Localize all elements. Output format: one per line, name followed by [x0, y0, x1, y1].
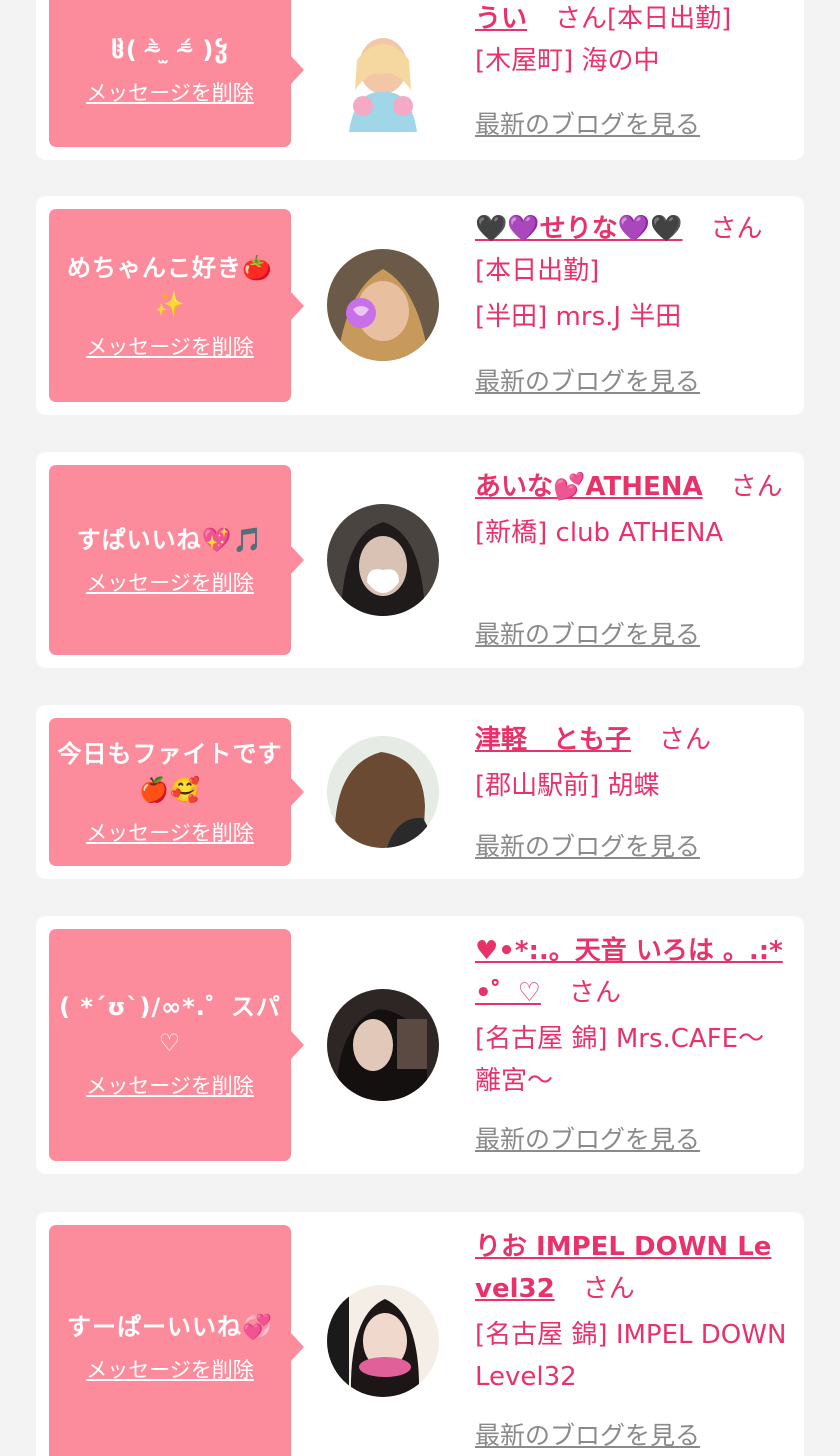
cast-avatar[interactable] [327, 736, 439, 848]
cast-name-link[interactable]: 🖤💜せりな💜🖤 [475, 214, 683, 244]
latest-blog-link[interactable]: 最新のブログを見る [475, 1122, 700, 1158]
cast-avatar[interactable] [327, 1285, 439, 1397]
cast-avatar[interactable] [327, 249, 439, 361]
cast-card: めちゃんこ好き🍅✨ メッセージを削除 🖤💜せりな💜🖤 さん[本日出勤] [半田] … [36, 196, 804, 415]
message-text: ( *´ʊ`)/∞*.゜スパ♡ [59, 993, 281, 1057]
cast-suffix: さん [659, 725, 712, 755]
cast-card: 今日もファイトです🍎🥰 メッセージを削除 津軽 とも子 さん [郡山駅前] 胡蝶 … [36, 705, 804, 879]
latest-blog-link[interactable]: 最新のブログを見る [475, 1418, 700, 1454]
message-bubble: 今日もファイトです🍎🥰 メッセージを削除 [49, 718, 304, 866]
latest-blog-link[interactable]: 最新のブログを見る [475, 364, 700, 400]
delete-message-link[interactable]: メッセージを削除 [86, 78, 254, 108]
cast-avatar[interactable] [327, 504, 439, 616]
cast-name-link[interactable]: 津軽 とも子 [475, 725, 631, 755]
shop-name: [半田] mrs.J 半田 [475, 302, 682, 332]
cast-card: ( *´ʊ`)/∞*.゜スパ♡ メッセージを削除 ♥•*:.。天音 いろは 。.… [36, 916, 804, 1174]
cast-name-link[interactable]: うい [475, 4, 527, 34]
shop-name: [名古屋 錦] IMPEL DOWN Level32 [475, 1320, 787, 1392]
shop-name: [郡山駅前] 胡蝶 [475, 771, 660, 801]
cast-suffix: さん [568, 978, 621, 1008]
message-bubble: すぱいいね💖🎵 メッセージを削除 [49, 465, 304, 655]
message-text: 今日もファイトです🍎🥰 [57, 740, 283, 804]
delete-message-link[interactable]: メッセージを削除 [86, 1071, 254, 1101]
message-bubble: めちゃんこ好き🍅✨ メッセージを削除 [49, 209, 304, 402]
delete-message-link[interactable]: メッセージを削除 [86, 818, 254, 848]
message-bubble: すーぱーいいね💞 メッセージを削除 [49, 1225, 304, 1456]
message-text: めちゃんこ好き🍅✨ [67, 253, 273, 318]
shop-name: [木屋町] 海の中 [475, 46, 660, 76]
delete-message-link[interactable]: メッセージを削除 [86, 332, 254, 362]
cast-suffix: さん[本日出勤] [555, 4, 732, 34]
shop-name: [名古屋 錦] Mrs.CAFE～離宮～ [475, 1024, 765, 1096]
favorite-list: ჱ̒( ⁼̴̀ ̫ ⁼̴́ )ჴ メッセージを削除 うい さん[本日出勤] [木屋… [0, 0, 840, 1456]
cast-card: すーぱーいいね💞 メッセージを削除 りお IMPEL DOWN Level32 さ… [36, 1212, 804, 1456]
cast-name-link[interactable]: ♥•*:.。天音 いろは 。.:*•゜♡ [475, 936, 783, 1008]
latest-blog-link[interactable]: 最新のブログを見る [475, 617, 700, 653]
latest-blog-link[interactable]: 最新のブログを見る [475, 107, 700, 143]
message-text: すーぱーいいね💞 [67, 1313, 273, 1341]
message-text: すぱいいね💖🎵 [76, 526, 264, 554]
message-text: ჱ̒( ⁼̴̀ ̫ ⁼̴́ )ჴ [111, 36, 229, 64]
cast-avatar[interactable] [327, 989, 439, 1101]
delete-message-link[interactable]: メッセージを削除 [86, 1355, 254, 1385]
cast-suffix: さん [730, 472, 783, 502]
message-bubble: ჱ̒( ⁼̴̀ ̫ ⁼̴́ )ჴ メッセージを削除 [49, 0, 304, 147]
message-bubble: ( *´ʊ`)/∞*.゜スパ♡ メッセージを削除 [49, 929, 304, 1161]
cast-suffix: さん [582, 1274, 635, 1304]
latest-blog-link[interactable]: 最新のブログを見る [475, 829, 700, 865]
cast-card: すぱいいね💖🎵 メッセージを削除 あいな💕ATHENA さん [新橋] club … [36, 452, 804, 668]
shop-name: [新橋] club ATHENA [475, 518, 724, 548]
cast-name-link[interactable]: あいな💕ATHENA [475, 472, 703, 502]
cast-avatar[interactable] [327, 20, 439, 132]
delete-message-link[interactable]: メッセージを削除 [86, 568, 254, 598]
cast-card: ჱ̒( ⁼̴̀ ̫ ⁼̴́ )ჴ メッセージを削除 うい さん[本日出勤] [木屋… [36, 0, 804, 160]
